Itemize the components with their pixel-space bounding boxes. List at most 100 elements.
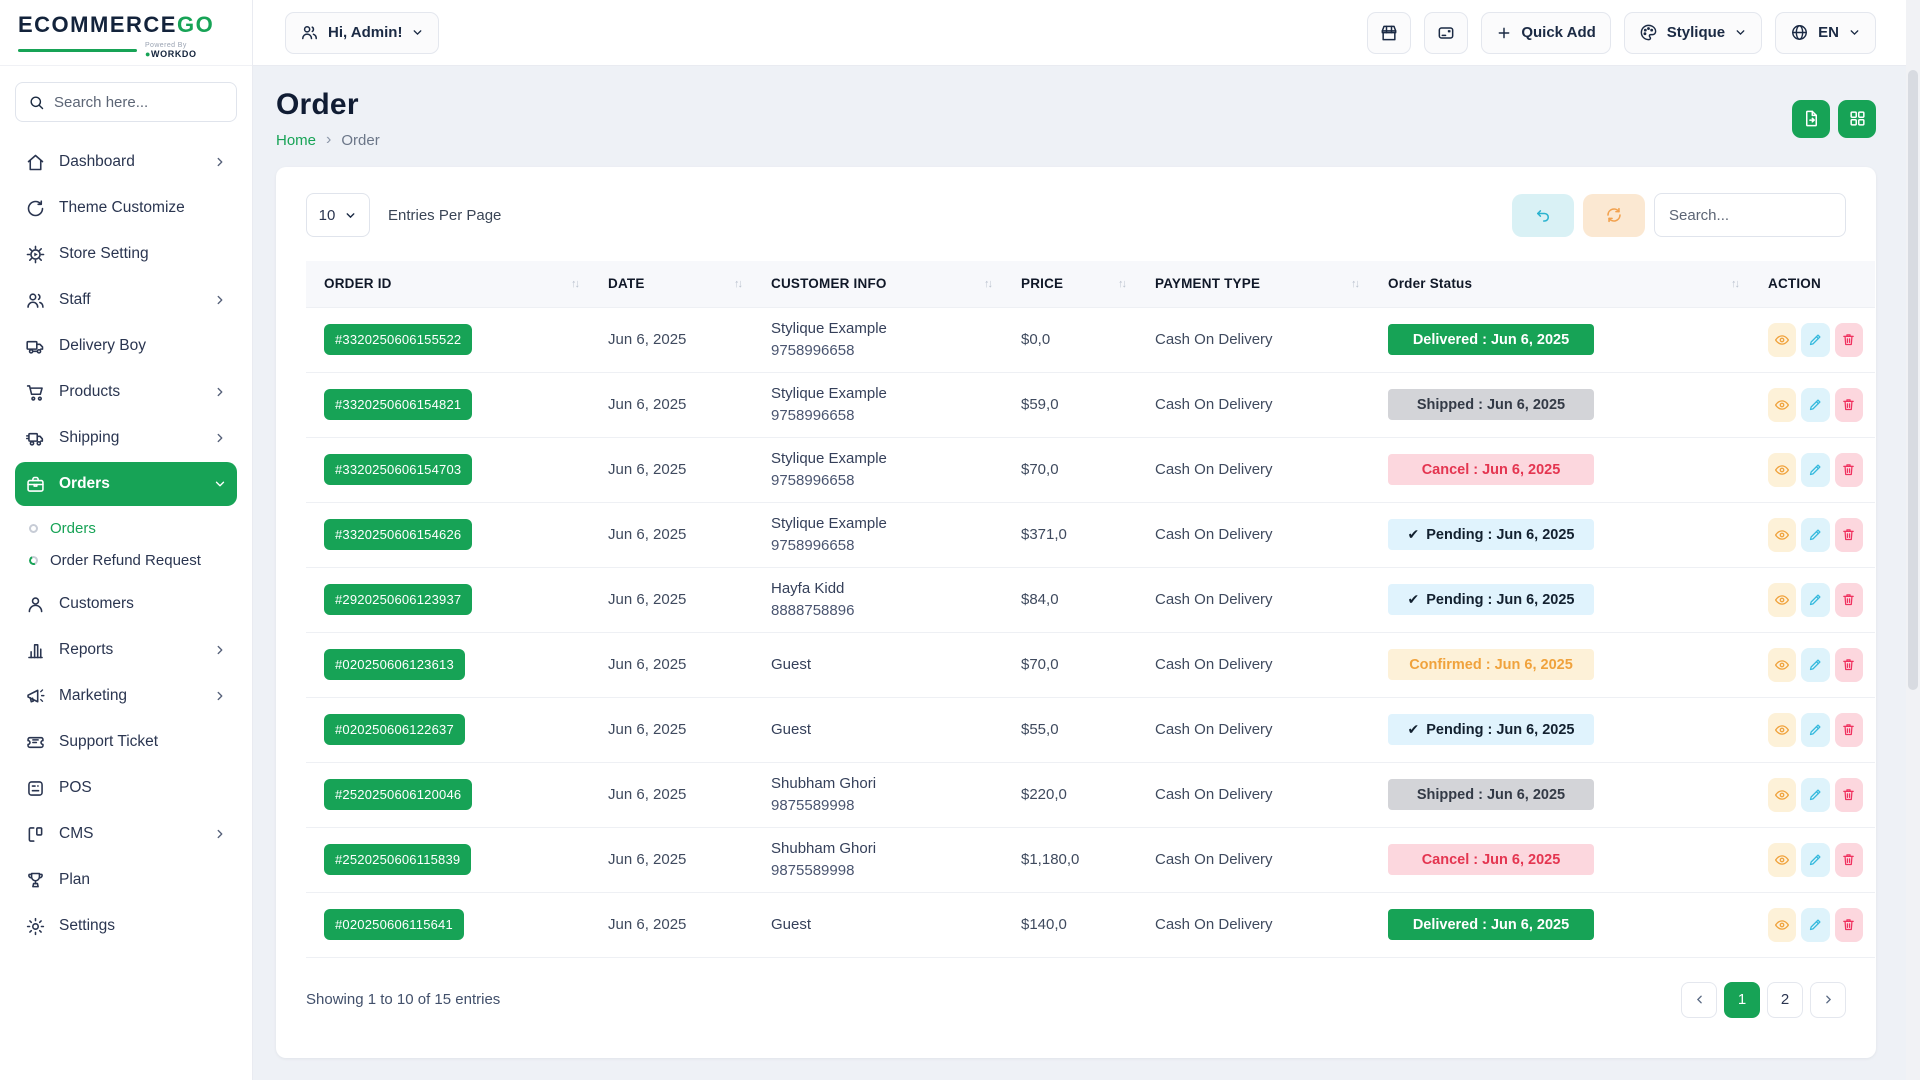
sidebar-item-plan[interactable]: Plan bbox=[15, 858, 237, 902]
chevron-right-icon bbox=[213, 385, 227, 399]
submenu-item-order-refund-request[interactable]: Order Refund Request bbox=[29, 544, 237, 576]
delete-order-button[interactable] bbox=[1835, 323, 1863, 357]
order-id-badge: #3320250606154821 bbox=[324, 389, 472, 420]
sidebar-item-delivery-boy[interactable]: Delivery Boy bbox=[15, 324, 237, 368]
edit-order-button[interactable] bbox=[1801, 323, 1829, 357]
delete-order-button[interactable] bbox=[1835, 518, 1863, 552]
column-header-price[interactable]: PRICE↑↓ bbox=[1003, 261, 1137, 307]
order-id-badge: #2920250606123937 bbox=[324, 584, 472, 615]
sidebar-item-cms[interactable]: CMS bbox=[15, 812, 237, 856]
order-price: $1,180,0 bbox=[1003, 827, 1137, 892]
sort-icon[interactable]: ↑↓ bbox=[734, 278, 741, 290]
delete-order-button[interactable] bbox=[1835, 453, 1863, 487]
sidebar-search-input[interactable] bbox=[54, 94, 224, 111]
sort-icon[interactable]: ↑↓ bbox=[1351, 278, 1358, 290]
delete-order-button[interactable] bbox=[1835, 908, 1863, 942]
view-order-button[interactable] bbox=[1768, 778, 1796, 812]
sidebar-item-support-ticket[interactable]: Support Ticket bbox=[15, 720, 237, 764]
sidebar-item-label: Customers bbox=[59, 595, 227, 613]
status-text: Shipped : Jun 6, 2025 bbox=[1417, 787, 1565, 803]
sidebar-item-marketing[interactable]: Marketing bbox=[15, 674, 237, 718]
customer-name: Guest bbox=[771, 719, 991, 741]
plan-icon bbox=[25, 870, 46, 891]
quick-add-button[interactable]: Quick Add bbox=[1481, 12, 1610, 54]
sidebar-search[interactable] bbox=[15, 82, 237, 122]
edit-order-button[interactable] bbox=[1801, 778, 1829, 812]
breadcrumb-home-link[interactable]: Home bbox=[276, 132, 316, 149]
sidebar-item-theme-customize[interactable]: Theme Customize bbox=[15, 186, 237, 230]
delete-order-button[interactable] bbox=[1835, 778, 1863, 812]
sort-icon[interactable]: ↑↓ bbox=[984, 278, 991, 290]
status-badge-delivered: Delivered : Jun 6, 2025 bbox=[1388, 909, 1594, 940]
sidebar-item-staff[interactable]: Staff bbox=[15, 278, 237, 322]
sidebar-item-dashboard[interactable]: Dashboard bbox=[15, 140, 237, 184]
view-order-button[interactable] bbox=[1768, 453, 1796, 487]
scrollbar-thumb[interactable] bbox=[1908, 70, 1918, 690]
sidebar-item-customers[interactable]: Customers bbox=[15, 582, 237, 626]
language-button[interactable]: EN bbox=[1775, 12, 1876, 54]
edit-order-button[interactable] bbox=[1801, 388, 1829, 422]
edit-order-button[interactable] bbox=[1801, 648, 1829, 682]
column-header-date[interactable]: DATE↑↓ bbox=[590, 261, 753, 307]
view-order-button[interactable] bbox=[1768, 648, 1796, 682]
sort-icon[interactable]: ↑↓ bbox=[1731, 278, 1738, 290]
edit-order-button[interactable] bbox=[1801, 908, 1829, 942]
next-page-button[interactable] bbox=[1810, 982, 1846, 1018]
sidebar-item-settings[interactable]: Settings bbox=[15, 904, 237, 948]
export-button[interactable] bbox=[1792, 100, 1830, 138]
home-icon bbox=[25, 152, 46, 173]
store-select-button[interactable]: Stylique bbox=[1624, 12, 1762, 54]
delete-order-button[interactable] bbox=[1835, 713, 1863, 747]
page-button-2[interactable]: 2 bbox=[1767, 982, 1803, 1018]
sidebar-item-pos[interactable]: POS bbox=[15, 766, 237, 810]
sidebar-item-reports[interactable]: Reports bbox=[15, 628, 237, 672]
refresh-button[interactable] bbox=[1583, 194, 1645, 237]
column-header-customer-info[interactable]: CUSTOMER INFO↑↓ bbox=[753, 261, 1003, 307]
trash-icon bbox=[1841, 527, 1856, 542]
edit-order-button[interactable] bbox=[1801, 453, 1829, 487]
sidebar-item-orders[interactable]: Orders bbox=[15, 462, 237, 506]
view-order-button[interactable] bbox=[1768, 843, 1796, 877]
delete-order-button[interactable] bbox=[1835, 648, 1863, 682]
view-order-button[interactable] bbox=[1768, 908, 1796, 942]
sidebar-item-store-setting[interactable]: Store Setting bbox=[15, 232, 237, 276]
storefront-button[interactable] bbox=[1367, 12, 1411, 54]
delete-order-button[interactable] bbox=[1835, 843, 1863, 877]
column-header-order-status[interactable]: Order Status↑↓ bbox=[1370, 261, 1750, 307]
orders-icon bbox=[25, 474, 46, 495]
column-header-order-id[interactable]: ORDER ID↑↓ bbox=[306, 261, 590, 307]
status-badge-cancel: Cancel : Jun 6, 2025 bbox=[1388, 454, 1594, 485]
undo-button[interactable] bbox=[1512, 194, 1574, 237]
scrollbar-track[interactable] bbox=[1906, 0, 1920, 1080]
user-menu-button[interactable]: Hi, Admin! bbox=[285, 12, 439, 54]
entries-per-page-select[interactable]: 10 bbox=[306, 193, 370, 237]
eye-icon bbox=[1774, 722, 1790, 738]
quick-add-label: Quick Add bbox=[1521, 24, 1595, 41]
grid-view-button[interactable] bbox=[1838, 100, 1876, 138]
page-button-1[interactable]: 1 bbox=[1724, 982, 1760, 1018]
submenu-item-orders[interactable]: Orders bbox=[29, 512, 237, 544]
sidebar-item-shipping[interactable]: Shipping bbox=[15, 416, 237, 460]
edit-order-button[interactable] bbox=[1801, 843, 1829, 877]
delete-order-button[interactable] bbox=[1835, 388, 1863, 422]
view-order-button[interactable] bbox=[1768, 323, 1796, 357]
view-order-button[interactable] bbox=[1768, 388, 1796, 422]
prev-page-button[interactable] bbox=[1681, 982, 1717, 1018]
trash-icon bbox=[1841, 462, 1856, 477]
edit-order-button[interactable] bbox=[1801, 713, 1829, 747]
edit-order-button[interactable] bbox=[1801, 583, 1829, 617]
sort-icon[interactable]: ↑↓ bbox=[1118, 278, 1125, 290]
check-icon: ✔ bbox=[1408, 591, 1420, 608]
sort-icon[interactable]: ↑↓ bbox=[571, 278, 578, 290]
pencil-icon bbox=[1808, 462, 1823, 477]
edit-order-button[interactable] bbox=[1801, 518, 1829, 552]
view-order-button[interactable] bbox=[1768, 583, 1796, 617]
delete-order-button[interactable] bbox=[1835, 583, 1863, 617]
card-button[interactable] bbox=[1424, 12, 1468, 54]
column-header-payment-type[interactable]: PAYMENT TYPE↑↓ bbox=[1137, 261, 1370, 307]
sidebar-item-products[interactable]: Products bbox=[15, 370, 237, 414]
view-order-button[interactable] bbox=[1768, 713, 1796, 747]
view-order-button[interactable] bbox=[1768, 518, 1796, 552]
table-search-input[interactable] bbox=[1654, 193, 1846, 237]
customer-info: Guest bbox=[753, 632, 1003, 697]
